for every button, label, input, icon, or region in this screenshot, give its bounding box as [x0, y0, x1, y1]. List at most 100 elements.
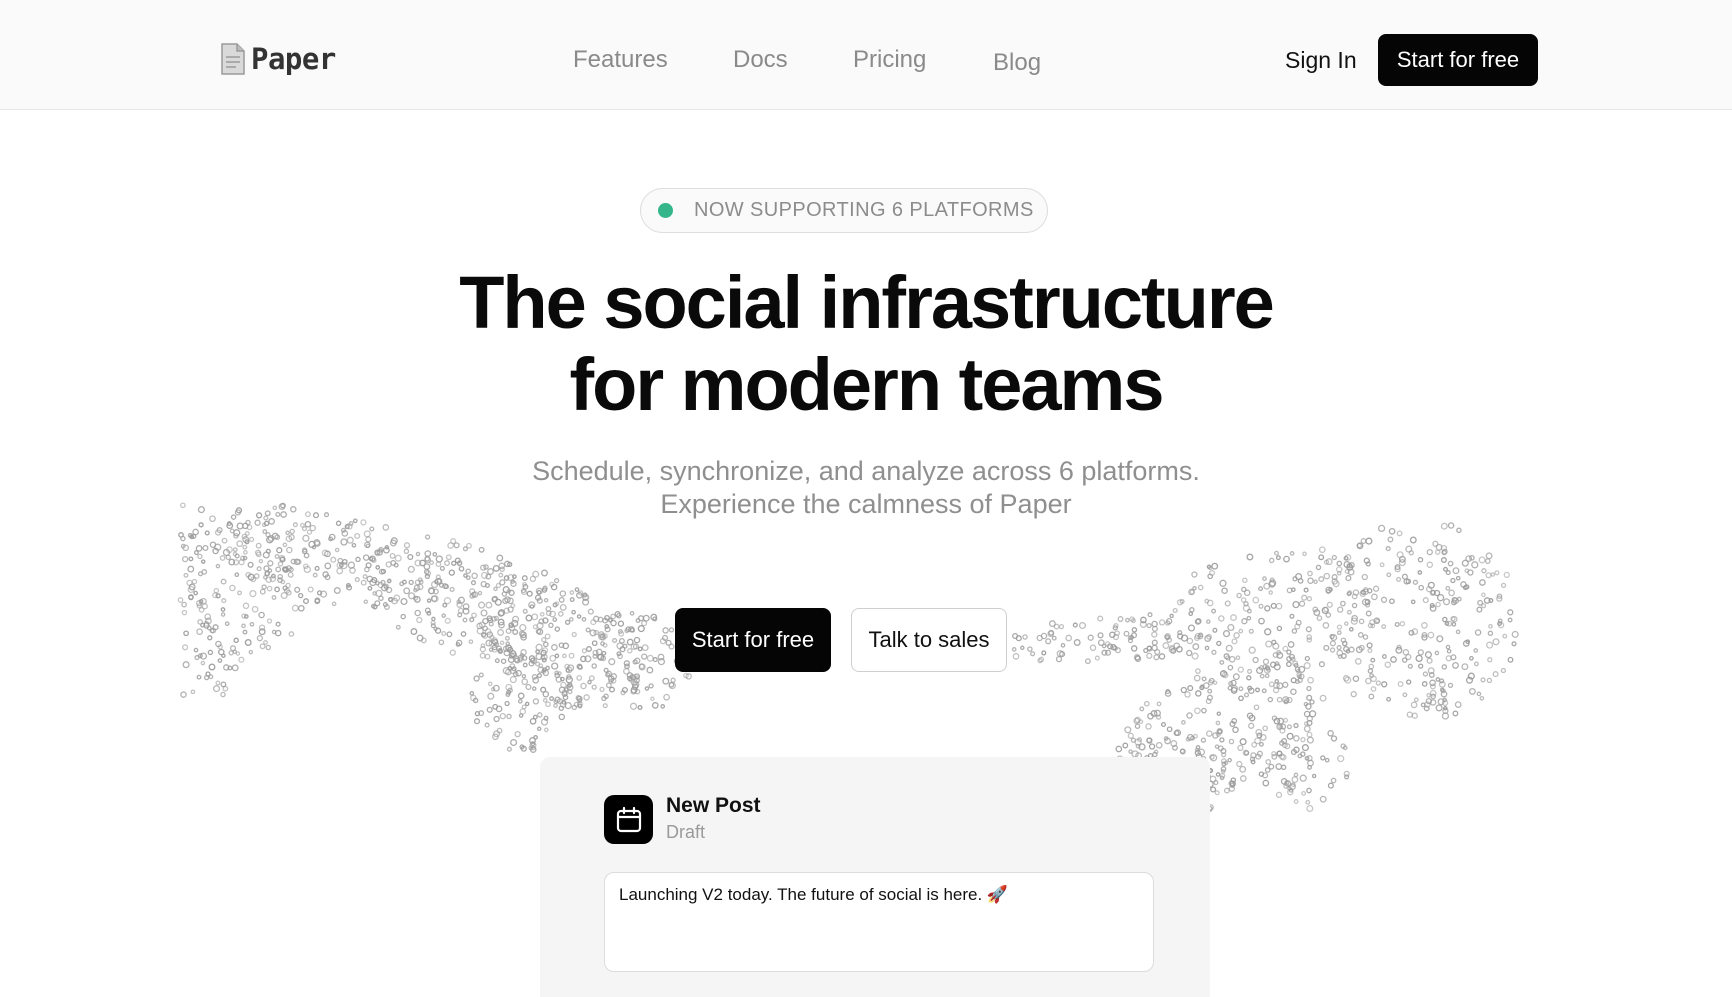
halftone-dot	[1191, 571, 1198, 578]
halftone-dot	[1238, 628, 1244, 634]
halftone-dot	[181, 609, 188, 616]
halftone-dot	[1421, 681, 1428, 687]
header-start-free-button[interactable]: Start for free	[1378, 34, 1538, 86]
halftone-dot	[1263, 582, 1271, 590]
halftone-dot	[1384, 661, 1392, 668]
halftone-dot	[617, 629, 623, 634]
halftone-dot	[244, 531, 250, 536]
halftone-dot	[1220, 766, 1227, 772]
halftone-dot	[478, 546, 485, 553]
halftone-dot	[1243, 601, 1249, 607]
halftone-dot	[1179, 748, 1186, 755]
halftone-dot	[591, 640, 598, 647]
logo-link[interactable]: Paper	[218, 42, 336, 76]
halftone-dot	[504, 700, 510, 707]
halftone-dot	[250, 576, 257, 583]
halftone-dot	[1486, 677, 1493, 684]
halftone-dot	[427, 587, 436, 595]
halftone-dot	[1426, 548, 1433, 556]
halftone-dot	[441, 613, 446, 618]
post-composer-input[interactable]: Launching V2 today. The future of social…	[604, 872, 1154, 972]
halftone-dot	[288, 534, 295, 541]
halftone-dot	[1104, 649, 1112, 656]
halftone-dot	[1387, 536, 1394, 543]
halftone-dot	[1308, 710, 1317, 718]
halftone-dot	[198, 522, 204, 528]
halftone-dot	[345, 582, 351, 588]
halftone-dot	[1370, 657, 1376, 663]
halftone-dot	[183, 630, 189, 637]
halftone-dot	[413, 587, 418, 593]
halftone-dot	[469, 593, 475, 599]
halftone-dot	[1358, 618, 1365, 625]
halftone-dot	[462, 607, 470, 615]
halftone-dot	[1254, 737, 1262, 745]
halftone-dot	[610, 673, 618, 680]
halftone-dot	[1259, 673, 1265, 679]
halftone-dot	[1344, 568, 1350, 575]
halftone-dot	[285, 589, 292, 596]
halftone-dot	[1301, 790, 1307, 796]
halftone-dot	[1429, 604, 1437, 612]
halftone-dot	[1278, 724, 1283, 730]
halftone-dot	[233, 532, 239, 539]
halftone-dot	[1216, 728, 1223, 735]
halftone-dot	[517, 654, 524, 661]
halftone-dot	[628, 626, 635, 633]
sign-in-link[interactable]: Sign In	[1285, 47, 1357, 74]
halftone-dot	[221, 537, 228, 544]
halftone-dot	[1337, 606, 1344, 613]
halftone-dot	[560, 676, 565, 682]
halftone-dot	[1473, 661, 1479, 667]
calendar-icon	[604, 795, 653, 844]
nav-docs[interactable]: Docs	[733, 46, 788, 74]
nav-blog[interactable]: Blog	[993, 49, 1041, 77]
halftone-dot	[364, 566, 370, 573]
halftone-dot	[221, 598, 227, 604]
halftone-dot	[1306, 715, 1313, 722]
halftone-dot	[423, 568, 430, 575]
halftone-dot	[1271, 715, 1278, 721]
halftone-dot	[609, 686, 615, 693]
halftone-dot	[220, 578, 227, 585]
halftone-dot	[1048, 620, 1056, 628]
halftone-dot	[302, 547, 308, 553]
halftone-dot	[1173, 730, 1180, 737]
halftone-dot	[562, 642, 570, 650]
halftone-dot	[371, 577, 378, 584]
halftone-dot	[1219, 775, 1225, 781]
halftone-dot	[430, 580, 439, 589]
halftone-dot	[627, 648, 633, 654]
nav-pricing[interactable]: Pricing	[853, 46, 926, 74]
halftone-dot	[1094, 655, 1100, 661]
halftone-dot	[503, 607, 510, 614]
halftone-dot	[633, 657, 641, 665]
halftone-dot	[1405, 653, 1412, 661]
halftone-dot	[1293, 772, 1299, 778]
halftone-dot	[197, 506, 205, 514]
halftone-dot	[1503, 571, 1510, 579]
halftone-dot	[1223, 653, 1230, 660]
halftone-dot	[229, 584, 236, 592]
talk-to-sales-button[interactable]: Talk to sales	[851, 608, 1007, 672]
halftone-dot	[385, 586, 393, 594]
halftone-dot	[412, 595, 419, 601]
halftone-dot	[1417, 570, 1423, 575]
halftone-dot	[1425, 586, 1433, 593]
halftone-dot	[1133, 717, 1140, 725]
halftone-dot	[1421, 631, 1428, 638]
halftone-dot	[1290, 748, 1297, 756]
halftone-dot	[199, 652, 208, 660]
halftone-dot	[407, 553, 414, 561]
halftone-dot	[248, 536, 255, 543]
halftone-dot	[1139, 620, 1147, 628]
halftone-dot	[583, 694, 590, 701]
halftone-dot	[525, 614, 533, 622]
nav-features[interactable]: Features	[573, 46, 668, 74]
start-free-button[interactable]: Start for free	[675, 608, 831, 672]
halftone-dot	[1251, 741, 1258, 748]
halftone-dot	[479, 652, 486, 659]
halftone-dot	[340, 561, 348, 570]
halftone-dot	[456, 599, 462, 605]
halftone-dot	[331, 601, 337, 607]
